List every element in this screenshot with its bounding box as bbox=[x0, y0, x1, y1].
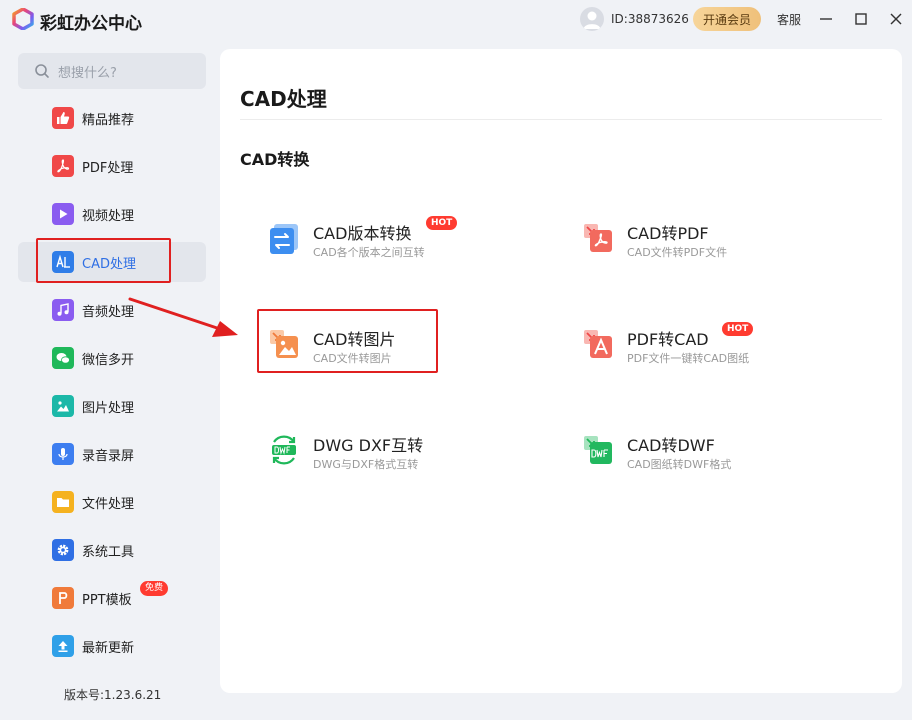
tool-desc: DWG与DXF格式互转 bbox=[313, 458, 419, 471]
tool-desc: CAD文件转PDF文件 bbox=[627, 246, 728, 259]
search-icon bbox=[35, 64, 49, 78]
hot-badge: HOT bbox=[722, 322, 754, 336]
folder-icon bbox=[52, 491, 74, 513]
sidebar-item-cad[interactable]: CAD处理 bbox=[18, 242, 206, 282]
image-icon bbox=[52, 395, 74, 417]
user-id: ID:38873626 bbox=[611, 12, 689, 26]
tool-desc: PDF文件一键转CAD图纸 bbox=[627, 352, 750, 365]
sidebar-item-label: CAD处理 bbox=[82, 256, 136, 272]
sidebar-item-label: 音频处理 bbox=[82, 304, 135, 320]
app-title: 彩虹办公中心 bbox=[40, 14, 142, 34]
search-input[interactable]: 想搜什么? bbox=[18, 53, 206, 89]
sidebar-item-system[interactable]: 系统工具 bbox=[18, 530, 206, 570]
service-button[interactable]: 客服 bbox=[777, 11, 801, 28]
tool-name: CAD转图片 bbox=[313, 330, 396, 349]
vip-button[interactable]: 开通会员 bbox=[693, 7, 761, 31]
tool-desc: CAD文件转图片 bbox=[313, 352, 392, 365]
microphone-icon bbox=[52, 443, 74, 465]
sidebar-item-ppt[interactable]: PPT模板 免费 bbox=[18, 578, 206, 618]
page-title: CAD处理 bbox=[240, 87, 327, 111]
sidebar-item-label: 最新更新 bbox=[82, 640, 135, 656]
avatar[interactable] bbox=[580, 7, 604, 31]
title-bar: 彩虹办公中心 ID:38873626 开通会员 客服 bbox=[0, 0, 912, 38]
tool-pdf-to-cad[interactable]: PDF转CAD HOT PDF文件一键转CAD图纸 bbox=[582, 316, 822, 372]
sidebar-item-label: 系统工具 bbox=[82, 544, 135, 560]
user-icon bbox=[583, 11, 601, 29]
maximize-icon[interactable] bbox=[850, 8, 872, 30]
pdf-icon bbox=[52, 155, 74, 177]
tool-name: CAD转PDF bbox=[627, 224, 709, 243]
cad-to-dwf-icon bbox=[584, 436, 612, 464]
sidebar: 想搜什么? 精品推荐 PDF处理 视频处理 CAD处理 音频处理 微信多开 图片… bbox=[0, 38, 220, 720]
cad-to-pdf-icon bbox=[584, 224, 612, 252]
upload-icon bbox=[52, 635, 74, 657]
cad-to-image-icon bbox=[270, 330, 298, 358]
sidebar-item-featured[interactable]: 精品推荐 bbox=[18, 98, 206, 138]
close-icon[interactable] bbox=[885, 8, 907, 30]
version-label: 版本号:1.23.6.21 bbox=[64, 688, 162, 702]
wechat-icon bbox=[52, 347, 74, 369]
dwg-dxf-convert-icon bbox=[272, 435, 296, 465]
sidebar-item-updates[interactable]: 最新更新 bbox=[18, 626, 206, 666]
tool-cad-version-convert[interactable]: CAD版本转换 HOT CAD各个版本之间互转 bbox=[268, 210, 508, 266]
free-badge: 免费 bbox=[140, 581, 169, 596]
play-icon bbox=[52, 203, 74, 225]
pdf-to-cad-icon bbox=[584, 330, 612, 358]
tool-cad-to-dwf[interactable]: CAD转DWF CAD图纸转DWF格式 bbox=[582, 422, 822, 478]
ppt-icon bbox=[52, 587, 74, 609]
sidebar-item-label: 录音录屏 bbox=[82, 448, 135, 464]
tool-name: DWG DXF互转 bbox=[313, 436, 424, 455]
hot-badge: HOT bbox=[426, 216, 458, 230]
tool-name: CAD版本转换 bbox=[313, 224, 412, 243]
tool-desc: CAD图纸转DWF格式 bbox=[627, 458, 732, 471]
sidebar-item-label: PDF处理 bbox=[82, 160, 134, 176]
search-placeholder: 想搜什么? bbox=[58, 65, 117, 81]
tool-cad-to-pdf[interactable]: CAD转PDF CAD文件转PDF文件 bbox=[582, 210, 822, 266]
section-title: CAD转换 bbox=[240, 150, 310, 169]
sidebar-item-wechat[interactable]: 微信多开 bbox=[18, 338, 206, 378]
sidebar-item-video[interactable]: 视频处理 bbox=[18, 194, 206, 234]
cad-icon bbox=[52, 251, 74, 273]
tool-name: PDF转CAD bbox=[627, 330, 709, 349]
sidebar-item-label: 图片处理 bbox=[82, 400, 135, 416]
sidebar-item-record[interactable]: 录音录屏 bbox=[18, 434, 206, 474]
sidebar-item-image[interactable]: 图片处理 bbox=[18, 386, 206, 426]
tool-cad-to-image[interactable]: CAD转图片 CAD文件转图片 bbox=[268, 316, 508, 372]
music-icon bbox=[52, 299, 74, 321]
sidebar-item-label: 微信多开 bbox=[82, 352, 135, 368]
sidebar-item-file[interactable]: 文件处理 bbox=[18, 482, 206, 522]
tool-dwg-dxf-convert[interactable]: DWG DXF互转 DWG与DXF格式互转 bbox=[268, 422, 508, 478]
thumbs-up-icon bbox=[52, 107, 74, 129]
sidebar-item-audio[interactable]: 音频处理 bbox=[18, 290, 206, 330]
sidebar-item-label: 精品推荐 bbox=[82, 112, 135, 128]
minimize-icon[interactable] bbox=[815, 8, 837, 30]
rainbow-logo-icon bbox=[12, 8, 34, 30]
cad-version-convert-icon bbox=[270, 224, 298, 254]
divider bbox=[240, 119, 882, 120]
tool-name: CAD转DWF bbox=[627, 436, 715, 455]
tool-desc: CAD各个版本之间互转 bbox=[313, 246, 425, 259]
sidebar-item-pdf[interactable]: PDF处理 bbox=[18, 146, 206, 186]
sidebar-item-label: 视频处理 bbox=[82, 208, 135, 224]
sidebar-item-label: PPT模板 bbox=[82, 592, 132, 608]
gear-icon bbox=[52, 539, 74, 561]
main-panel: CAD处理 CAD转换 CAD版本转换 HOT CAD各个版本之间互转 CAD转… bbox=[220, 49, 902, 693]
sidebar-item-label: 文件处理 bbox=[82, 496, 135, 512]
